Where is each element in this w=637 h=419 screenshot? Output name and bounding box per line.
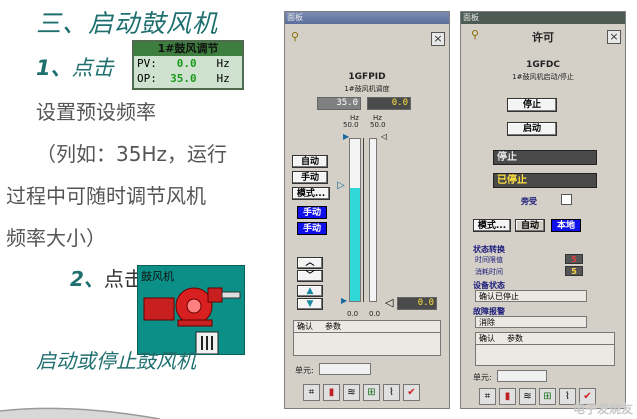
pv-op-widget[interactable]: 1#鼓风调节 PV: 0.0 Hz OP: 35.0 Hz <box>132 40 244 90</box>
alarm-col-ack: 确认 <box>479 334 495 343</box>
alarm-list[interactable]: 确认 参数 <box>293 320 441 356</box>
slide-title: 三、启动鼓风机 <box>36 9 219 38</box>
step2-number: 2、 <box>70 267 104 291</box>
output-marker: ◁ <box>385 296 394 309</box>
permission-state: 许可 <box>532 31 554 44</box>
step2-instruction: 2、点击 <box>70 263 144 292</box>
text-set-frequency: 设置预设频率 <box>36 100 156 124</box>
text-process: 过程中可随时调节风机 <box>6 184 206 208</box>
pv-widget-header: 1#鼓风调节 <box>134 42 242 56</box>
output-slider-fill <box>350 187 360 301</box>
close-icon[interactable]: × <box>607 30 621 44</box>
setpoint-input[interactable]: 35.0 <box>317 97 361 110</box>
local-mode-indicator: 本地 <box>551 219 581 232</box>
text-example: （列如：35Hz，运行 <box>36 142 227 166</box>
step-up-button[interactable]: ▲ <box>297 285 323 297</box>
min-left: 0.0 <box>347 310 359 318</box>
bar-icon[interactable]: ▮ <box>499 388 516 405</box>
mode-indicator-1: 手动 <box>297 206 327 219</box>
pv-display: 0.0 <box>367 97 411 110</box>
step-down-button[interactable]: ▼ <box>297 298 323 310</box>
trend-icon[interactable]: ⌗ <box>479 388 496 405</box>
pid-toolbar: ⌗ ▮ ≋ ⊞ ⌇ ✔ <box>303 384 420 401</box>
fast-down-button[interactable]: ﹀ <box>297 270 323 282</box>
output-display: 0.0 <box>397 297 437 310</box>
trend-icon[interactable]: ⌗ <box>303 384 320 401</box>
decorative-swoosh <box>0 407 160 419</box>
pid-panel-titlebar: 面板 <box>285 12 449 24</box>
op-value: 35.0 <box>170 72 197 85</box>
step1-number: 1、 <box>36 56 72 80</box>
network-icon[interactable]: ⊞ <box>363 384 380 401</box>
alarm-col-ack: 确认 <box>297 322 313 331</box>
pin-icon[interactable]: ⚲ <box>471 28 479 41</box>
unit-label: 单元: <box>473 373 492 382</box>
mode-button[interactable]: 模式... <box>292 187 330 200</box>
blower-widget[interactable]: 鼓风机 <box>137 265 245 355</box>
time-limit-label: 时间限值 <box>475 256 503 264</box>
bypass-checkbox[interactable] <box>561 194 572 205</box>
auto-button[interactable]: 自动 <box>292 155 328 168</box>
motor-description: 1#鼓风机启动/停止 <box>512 73 574 81</box>
alarm-col-param: 参数 <box>507 334 523 343</box>
blower-icon <box>143 287 241 354</box>
manual-button[interactable]: 手动 <box>292 171 328 184</box>
slider-handle[interactable]: ▷ <box>337 180 345 191</box>
mode-button[interactable]: 模式... <box>473 219 511 232</box>
confirm-icon[interactable]: ✔ <box>403 384 420 401</box>
text-size: 频率大小） <box>6 226 106 250</box>
op-line: OP: 35.0 Hz <box>137 72 230 85</box>
pin-icon[interactable]: ⚲ <box>291 30 299 43</box>
setpoint-marker-bottom: ▶ <box>341 296 348 305</box>
unit-field <box>319 363 371 375</box>
alarm-col-param: 参数 <box>325 322 341 331</box>
fault-state-box: 消除 <box>475 316 587 328</box>
alarm-list[interactable]: 确认 参数 <box>475 332 615 366</box>
running-status: 已停止 <box>493 173 597 188</box>
motor-faceplate: 面板 ⚲ 许可 × 1GFDC 1#鼓风机启动/停止 停止 启动 停止 已停止 … <box>460 11 626 409</box>
step1-instruction: 1、点击 <box>36 52 114 82</box>
output-slider[interactable] <box>349 138 361 302</box>
max-right: 50.0 <box>370 121 386 129</box>
stop-button[interactable]: 停止 <box>507 98 557 112</box>
fast-up-button[interactable]: ︿ <box>297 257 323 269</box>
pv-value: 0.0 <box>176 57 197 70</box>
device-state-box: 确认已停止 <box>475 290 587 302</box>
elapsed-label: 消耗时间 <box>475 268 503 276</box>
pv-line: PV: 0.0 Hz <box>137 57 230 70</box>
pv-marker-top: ◁ <box>381 132 388 141</box>
slider-scale <box>363 138 364 302</box>
close-icon[interactable]: × <box>431 32 445 46</box>
pid-description: 1#鼓风机调度 <box>344 85 390 93</box>
watermark: 电子发烧友 <box>572 402 633 416</box>
motor-panel-titlebar: 面板 <box>461 12 625 24</box>
graph-icon[interactable]: ⌇ <box>383 384 400 401</box>
start-button[interactable]: 启动 <box>507 122 557 136</box>
step1-text: 点击 <box>71 56 114 80</box>
pv-bar <box>369 138 377 302</box>
elapsed-value: 5 <box>565 266 583 276</box>
action-text: 启动或停止鼓风机 <box>36 349 196 373</box>
bypass-label: 旁受 <box>521 197 537 206</box>
unit-field <box>497 370 547 382</box>
bar-icon[interactable]: ▮ <box>323 384 340 401</box>
section-transition: 状态转换 <box>473 245 505 254</box>
pid-faceplate: 面板 ⚲ × 1GFPID 1#鼓风机调度 35.0 0.0 Hz Hz 50.… <box>284 11 450 409</box>
command-status: 停止 <box>493 150 597 165</box>
pid-tag: 1GFPID <box>348 72 386 82</box>
motor-tag: 1GFDC <box>526 60 560 70</box>
time-limit-value: 5 <box>565 254 583 264</box>
max-left: 50.0 <box>343 121 359 129</box>
mode-indicator-2: 手动 <box>297 222 327 235</box>
chart-icon[interactable]: ≋ <box>343 384 360 401</box>
unit-label: 单元: <box>295 366 314 375</box>
network-icon[interactable]: ⊞ <box>539 388 556 405</box>
min-right: 0.0 <box>369 310 381 318</box>
auto-mode-indicator: 自动 <box>515 219 545 232</box>
chart-icon[interactable]: ≋ <box>519 388 536 405</box>
